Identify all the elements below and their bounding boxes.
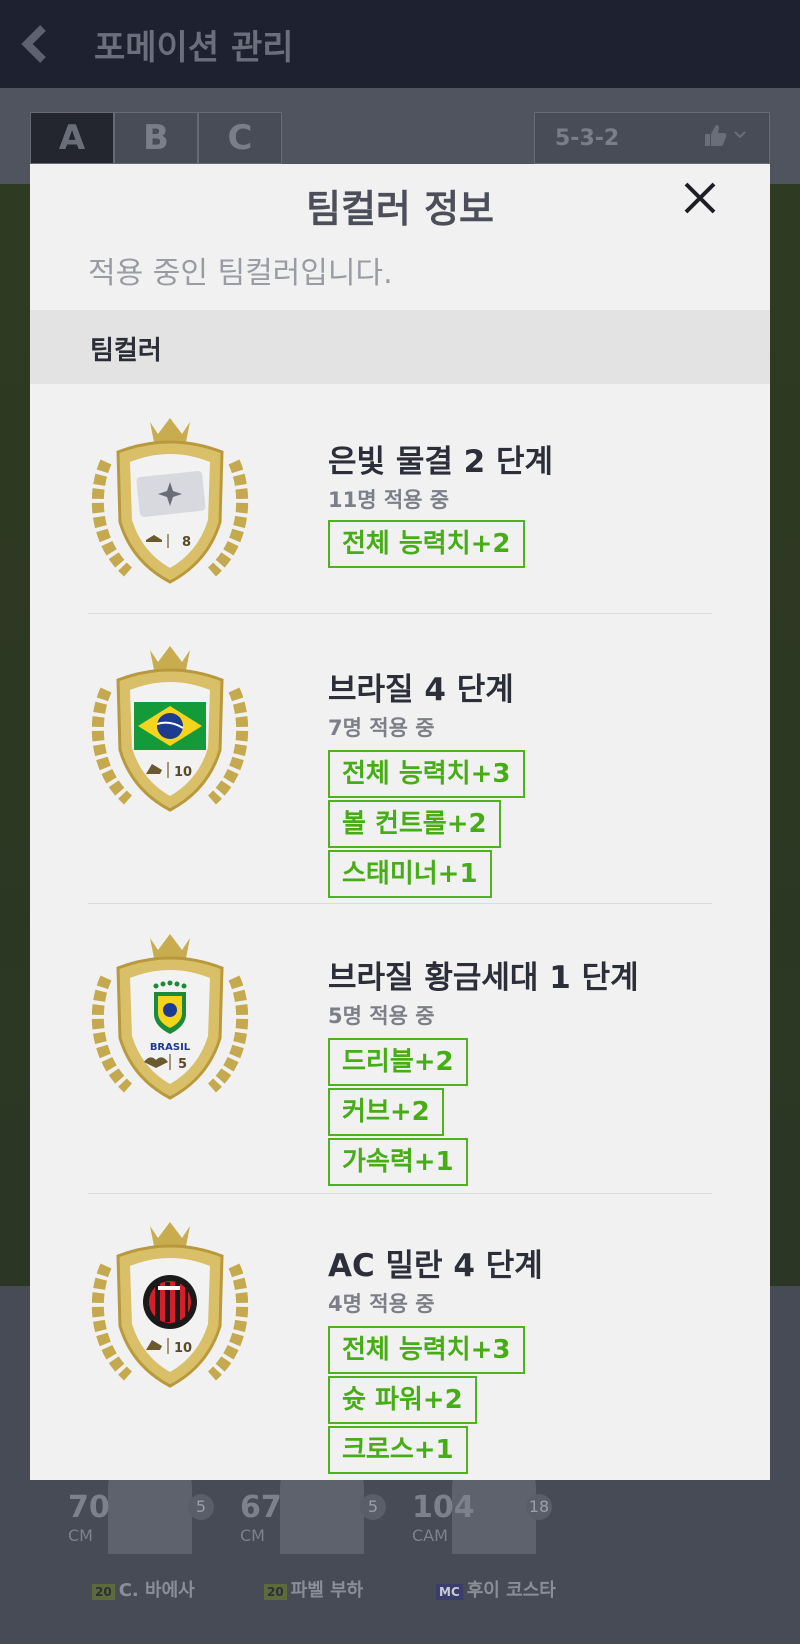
player-name: 후이 코스타 (466, 1580, 556, 1601)
player-level: 5 (360, 1494, 386, 1520)
tab-c[interactable]: C (198, 112, 282, 164)
svg-text:8: 8 (182, 535, 191, 550)
modal-title: 팀컬러 정보 (305, 187, 495, 231)
player-position: CM (240, 1526, 265, 1545)
season-badge: 20 (92, 1584, 115, 1600)
top-bar: 포메이션 관리 (0, 0, 800, 88)
section-label: 팀컬러 (90, 336, 162, 366)
applied-count: 7명 적용 중 (328, 716, 435, 740)
bonus-badge: 슛 파워+2 (328, 1376, 477, 1424)
player-position: CM (68, 1526, 93, 1545)
player-name-row: 20 파벨 부하 (264, 1576, 363, 1602)
section-header: 팀컬러 (30, 310, 770, 384)
brazil-flag-crest-icon: 10 (88, 640, 252, 820)
applied-count: 11명 적용 중 (328, 488, 450, 512)
player-level: 5 (188, 1494, 214, 1520)
player-name: C. 바에사 (118, 1580, 195, 1601)
team-color-entry: 10 브라질 4 단계 7명 적용 중 전체 능력치+3 볼 컨트롤+2 스태미… (88, 640, 712, 904)
tab-a[interactable]: A (30, 112, 114, 164)
crest-text: BRASIL (150, 1042, 191, 1053)
svg-text:10: 10 (174, 1341, 192, 1356)
bonus-badge: 드리블+2 (328, 1038, 468, 1086)
bonus-badge: 전체 능력치+3 (328, 1326, 525, 1374)
thumbs-up-icon (703, 122, 749, 154)
bonus-badge: 볼 컨트롤+2 (328, 800, 501, 848)
team-color-modal: 팀컬러 정보 적용 중인 팀컬러입니다. 팀컬러 8 은빛 물결 2 단계 11… (30, 164, 770, 1480)
bonus-badge: 스태미너+1 (328, 850, 492, 898)
team-color-entry: BRASIL 5 브라질 황금세대 1 단계 5명 적용 중 드리블+2 커브+… (88, 928, 712, 1194)
svg-text:10: 10 (174, 765, 192, 780)
team-color-entry: 10 AC 밀란 4 단계 4명 적용 중 전체 능력치+3 슛 파워+2 크로… (88, 1216, 712, 1480)
team-color-entry: 8 은빛 물결 2 단계 11명 적용 중 전체 능력치+2 (88, 412, 712, 614)
team-color-name: AC 밀란 4 단계 (328, 1248, 543, 1284)
season-badge: MC (436, 1584, 463, 1600)
ac-milan-crest-icon: 10 (88, 1216, 252, 1396)
formation-value: 5-3-2 (555, 125, 620, 151)
squad-tabs: A B C (30, 112, 282, 164)
player-position: CAM (412, 1526, 448, 1545)
modal-subtitle: 적용 중인 팀컬러입니다. (88, 256, 393, 291)
bonus-badge: 가속력+1 (328, 1138, 468, 1186)
silver-wave-crest-icon: 8 (88, 412, 252, 592)
page-title: 포메이션 관리 (94, 27, 294, 68)
player-name: 파벨 부하 (290, 1580, 364, 1601)
season-badge: 20 (264, 1584, 287, 1600)
player-ovr: 67 (240, 1490, 282, 1525)
close-icon[interactable] (678, 176, 722, 220)
bonus-badge: 커브+2 (328, 1088, 444, 1136)
team-color-name: 브라질 황금세대 1 단계 (328, 960, 639, 996)
player-name-row: MC 후이 코스타 (436, 1576, 556, 1602)
player-name-row: 20 C. 바에사 (92, 1576, 195, 1602)
formation-select[interactable]: 5-3-2 (534, 112, 770, 164)
player-ovr: 70 (68, 1490, 110, 1525)
bonus-badge: 전체 능력치+3 (328, 750, 525, 798)
applied-count: 5명 적용 중 (328, 1004, 435, 1028)
bonus-badge: 전체 능력치+2 (328, 520, 525, 568)
cbf-crest-icon: BRASIL 5 (88, 928, 252, 1108)
player-ovr: 104 (412, 1490, 475, 1525)
bonus-badge: 크로스+1 (328, 1426, 468, 1474)
svg-text:5: 5 (178, 1057, 187, 1072)
tab-b[interactable]: B (114, 112, 198, 164)
team-color-name: 브라질 4 단계 (328, 672, 514, 708)
applied-count: 4명 적용 중 (328, 1292, 435, 1316)
team-color-name: 은빛 물결 2 단계 (328, 444, 554, 480)
back-arrow-icon[interactable] (0, 0, 70, 88)
player-level: 18 (526, 1494, 552, 1520)
